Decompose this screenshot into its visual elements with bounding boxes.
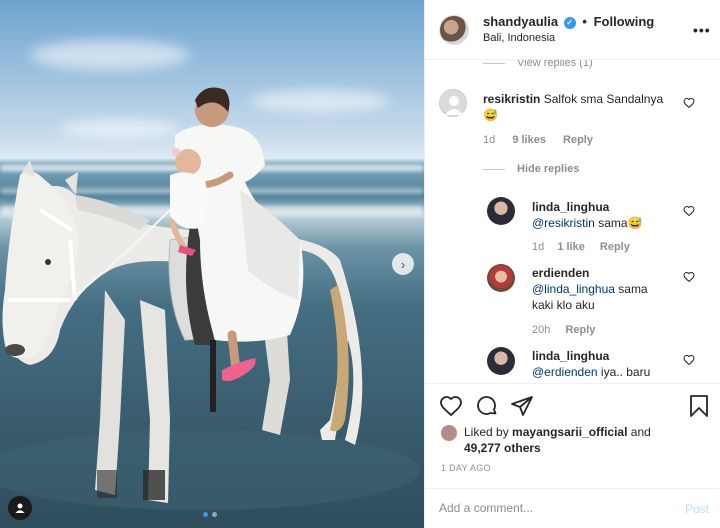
bookmark-icon[interactable]	[687, 394, 711, 418]
reply-age: 20h	[532, 324, 551, 336]
default-avatar-icon	[445, 96, 463, 115]
hide-replies-link[interactable]: Hide replies	[483, 163, 579, 175]
chevron-right-icon: ›	[400, 256, 406, 272]
reply-body: erdienden @linda_linghua sama kaki klo a…	[532, 265, 672, 313]
carousel-dot	[212, 512, 217, 517]
reply-button[interactable]: Reply	[565, 324, 595, 336]
post-comment-button[interactable]: Post	[685, 502, 709, 516]
post-actions: Liked by mayangsarii_official and 49,277…	[425, 383, 720, 528]
hide-replies-label: Hide replies	[517, 163, 580, 175]
like-reply-heart-icon[interactable]	[683, 354, 695, 366]
reply-body: linda_linghua @resikristin sama😅	[532, 199, 682, 231]
liked-by-prefix: Liked by	[464, 425, 509, 439]
reply-body: linda_linghua @erdienden iya.. baru	[532, 348, 682, 380]
reply-mention[interactable]: @resikristin	[532, 216, 595, 230]
post-location[interactable]: Bali, Indonesia	[483, 32, 555, 44]
carousel-indicator	[203, 512, 217, 517]
author-username-row: shandyaulia ✓ • Following	[483, 14, 654, 29]
reply-meta: 20h Reply	[532, 324, 595, 336]
comments-list[interactable]: View replies (1) resikristin Salfok sma …	[425, 60, 720, 382]
liked-by-and: and	[630, 425, 651, 439]
view-replies-link[interactable]: View replies (1)	[483, 60, 593, 69]
share-icon[interactable]	[510, 394, 534, 418]
reply-username[interactable]: linda_linghua	[532, 349, 609, 363]
comment-meta: 1d 9 likes Reply	[483, 134, 593, 146]
comment-likes[interactable]: 9 likes	[512, 134, 546, 146]
reply-username[interactable]: erdienden	[532, 266, 589, 280]
divider-line	[483, 168, 505, 170]
like-reply-heart-icon[interactable]	[683, 271, 695, 283]
comment-text: Salfok sma Sandalnya	[543, 92, 664, 106]
post-side-panel: shandyaulia ✓ • Following Bali, Indonesi…	[424, 0, 720, 528]
reply-text: iya.. baru	[600, 365, 651, 379]
liked-by-text: Liked by mayangsarii_official and 49,277…	[464, 424, 651, 456]
author-username[interactable]: shandyaulia	[483, 14, 558, 29]
likes-count[interactable]: 49,277 others	[464, 441, 541, 455]
comment-username[interactable]: resikristin	[483, 92, 540, 106]
reply-avatar[interactable]	[487, 264, 515, 292]
header-separator: •	[582, 14, 587, 29]
liker-avatar[interactable]	[441, 425, 457, 441]
user-icon	[15, 503, 25, 513]
reply-username[interactable]: linda_linghua	[532, 200, 609, 214]
following-button[interactable]: Following	[594, 14, 655, 29]
reply-button[interactable]: Reply	[600, 241, 630, 253]
like-comment-heart-icon[interactable]	[683, 97, 695, 109]
tagged-users-button[interactable]	[8, 496, 32, 520]
post-photo[interactable]: ›	[0, 0, 424, 528]
more-options-icon[interactable]: •••	[693, 22, 711, 38]
carousel-next-button[interactable]: ›	[392, 253, 414, 275]
reply-age: 1d	[532, 241, 545, 253]
reply-mention[interactable]: @linda_linghua	[532, 282, 615, 296]
reply-text: sama😅	[598, 216, 643, 230]
post-header: shandyaulia ✓ • Following Bali, Indonesi…	[425, 0, 720, 60]
author-avatar[interactable]	[439, 15, 469, 45]
comment-icon[interactable]	[475, 394, 499, 418]
comment-body: resikristin Salfok sma Sandalnya 😅	[483, 91, 683, 123]
reply-likes[interactable]: 1 like	[557, 241, 585, 253]
like-reply-heart-icon[interactable]	[683, 205, 695, 217]
add-comment-bar: Post	[425, 488, 720, 528]
reply-mention[interactable]: @erdienden	[532, 365, 598, 379]
carousel-dot-active	[203, 512, 208, 517]
comment-emoji: 😅	[483, 108, 498, 122]
commenter-avatar[interactable]	[439, 89, 467, 117]
post-date[interactable]: 1 DAY AGO	[441, 463, 491, 473]
reply-avatar[interactable]	[487, 197, 515, 225]
divider-line	[483, 62, 505, 64]
liked-by-user[interactable]: mayangsarii_official	[512, 425, 627, 439]
heart-icon[interactable]	[439, 394, 463, 418]
reply-button[interactable]: Reply	[563, 134, 593, 146]
verified-badge-icon: ✓	[563, 17, 576, 29]
reply-meta: 1d 1 like Reply	[532, 241, 630, 253]
horse-rider-scene	[0, 87, 420, 510]
reply-avatar[interactable]	[487, 347, 515, 375]
comment-age: 1d	[483, 134, 496, 146]
view-replies-label: View replies (1)	[517, 60, 593, 69]
comment-input[interactable]	[439, 501, 659, 515]
